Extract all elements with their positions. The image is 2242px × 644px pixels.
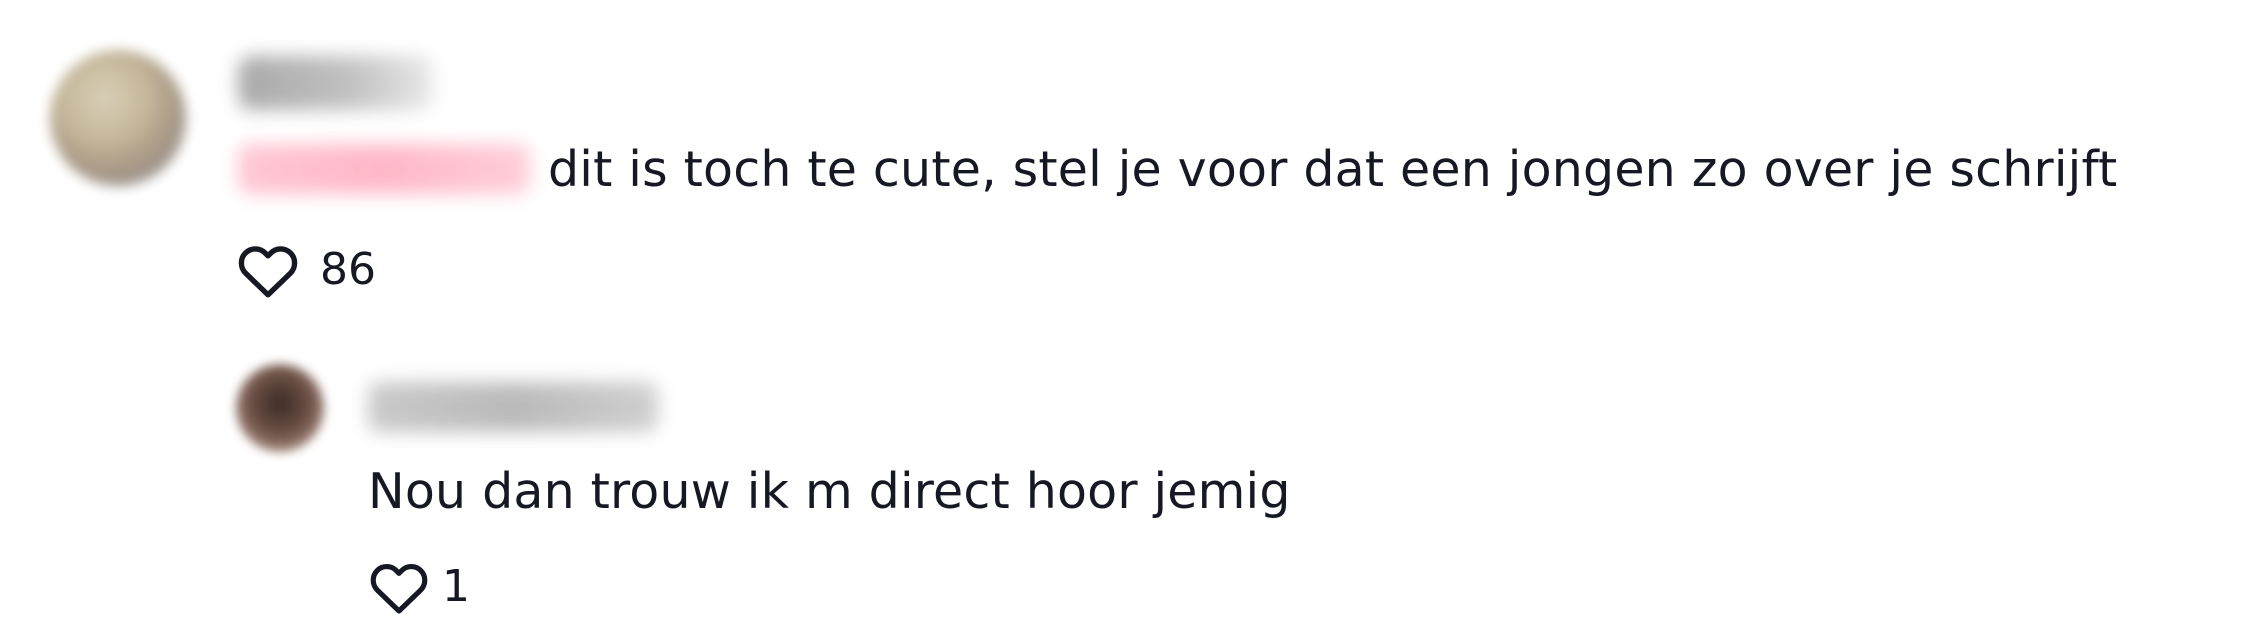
heart-outline-icon (238, 246, 298, 298)
comment-mention[interactable] (238, 144, 530, 194)
reply-avatar[interactable] (236, 364, 324, 452)
reply-like-button[interactable]: 1 (368, 556, 470, 618)
reply-like-count: 1 (442, 561, 470, 612)
comment-text: dit is toch te cute, stel je voor dat ee… (548, 141, 2118, 198)
comment-like-count: 86 (320, 244, 376, 295)
comment-like-button[interactable]: 86 (236, 238, 376, 302)
comment-author-username[interactable] (238, 56, 433, 110)
avatar[interactable] (50, 50, 186, 186)
reply-author-username[interactable] (368, 382, 658, 432)
heart-outline-icon (370, 564, 428, 614)
comment-thread: dit is toch te cute, stel je voor dat ee… (0, 0, 2242, 644)
reply-text: Nou dan trouw ik m direct hoor jemig (368, 463, 1291, 520)
